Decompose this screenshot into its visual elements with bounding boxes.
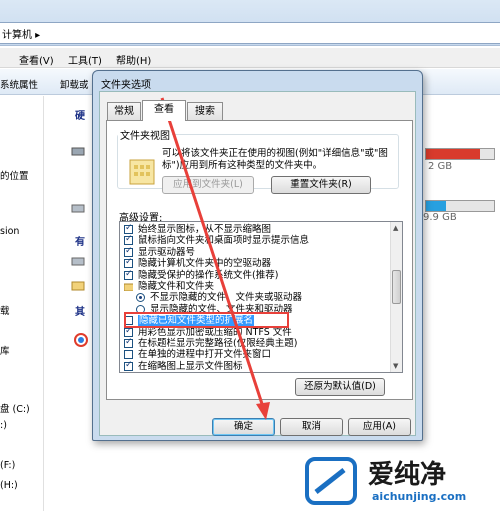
drive-size: 9.9 GB (423, 212, 457, 223)
watermark: 爱纯净 aichunjing.com (296, 450, 500, 511)
apply-to-folders-button[interactable]: 应用到文件夹(L) (162, 176, 254, 194)
highlight-box (124, 312, 289, 328)
restore-defaults-button[interactable]: 还原为默认值(D) (295, 378, 385, 396)
folder-icon (71, 281, 85, 291)
setting-label: 在标题栏显示完整路径(仅限经典主题) (138, 338, 298, 349)
scroll-down-icon[interactable]: ▼ (393, 362, 398, 370)
drive-usage-bar (425, 200, 495, 212)
setting-checkbox[interactable] (124, 257, 133, 269)
navigation-pane: 的位置 sion 载 库 盘 (C:) :) (F:) (H:) (0, 96, 44, 511)
advanced-settings-list[interactable]: 始终显示图标，从不显示缩略图鼠标指向文件夹和桌面项时显示提示信息显示驱动器号隐藏… (119, 221, 403, 373)
dialog-body: 常规 查看 搜索 文件夹视图 可以将该文件夹正在使用的视图(例如"详细信息"或"… (99, 91, 416, 436)
watermark-url: aichunjing.com (372, 490, 467, 503)
setting-checkbox[interactable] (124, 360, 133, 371)
cmd-uninstall[interactable]: 卸载或 (60, 77, 89, 91)
menu-view[interactable]: 查看(V) (19, 52, 54, 67)
setting-label: 隐藏受保护的操作系统文件(推荐) (138, 269, 279, 281)
folder-view-description: 可以将该文件夹正在使用的视图(例如"详细信息"或"图标")应用到所有这种类型的文… (162, 148, 388, 171)
setting-label: 不显示隐藏的文件、文件夹或驱动器 (150, 292, 303, 304)
setting-checkbox[interactable] (124, 223, 133, 234)
tab-search[interactable]: 搜索 (187, 102, 223, 120)
setting-checkbox[interactable] (124, 337, 133, 348)
setting-label: 隐藏文件和文件夹 (138, 281, 215, 292)
setting-label: 始终显示图标，从不显示缩略图 (138, 224, 272, 235)
drive-size: 2 GB (428, 161, 453, 172)
drive-usage-bar (425, 148, 495, 160)
folder-options-dialog: 文件夹选项 常规 查看 搜索 文件夹视图 可以将该文件夹正在使用的视图(例如"详… (92, 70, 423, 441)
address-path[interactable]: 计算机 ▸ (2, 26, 40, 41)
folder-view-group: 文件夹视图 可以将该文件夹正在使用的视图(例如"详细信息"或"图标")应用到所有… (117, 127, 399, 194)
menu-tools[interactable]: 工具(T) (68, 52, 102, 67)
reset-folders-button[interactable]: 重置文件夹(R) (271, 176, 371, 194)
setting-radio[interactable] (136, 293, 145, 303)
setting-checkbox[interactable] (124, 269, 133, 280)
scroll-up-icon[interactable]: ▲ (393, 224, 398, 232)
view-tab-panel: 文件夹视图 可以将该文件夹正在使用的视图(例如"详细信息"或"图标")应用到所有… (106, 120, 413, 400)
address-area: 计算机 ▸ (0, 0, 500, 46)
setting-label: 在缩略图上显示文件图标 (138, 360, 243, 372)
tab-view[interactable]: 查看 (142, 100, 186, 121)
ok-button[interactable]: 确定 (212, 418, 275, 436)
apply-button[interactable]: 应用(A) (348, 418, 411, 436)
setting-checkbox[interactable] (124, 350, 133, 360)
nav-item[interactable]: (H:) (0, 480, 18, 491)
watermark-logo-icon (305, 457, 357, 505)
setting-label: 隐藏计算机文件夹中的空驱动器 (138, 258, 272, 270)
setting-label: 鼠标指向文件夹和桌面项时显示提示信息 (138, 235, 310, 247)
setting-label: 显示驱动器号 (138, 246, 196, 258)
setting-label: 用彩色显示加密或压缩的 NTFS 文件 (138, 326, 292, 338)
address-bar[interactable] (0, 22, 500, 44)
section-hard-drives: 硬 (75, 111, 85, 122)
folder-view-legend: 文件夹视图 (120, 131, 170, 142)
nav-item[interactable]: :) (0, 420, 7, 431)
watermark-name: 爱纯净 (368, 460, 447, 490)
nav-item[interactable]: 库 (0, 343, 10, 357)
nav-item[interactable]: 载 (0, 303, 10, 317)
drive-icon (71, 257, 85, 266)
section-other: 其 (75, 307, 85, 318)
folder-icon (124, 282, 133, 291)
dialog-title: 文件夹选项 (101, 80, 151, 91)
menu-bar: 查看(V) 工具(T) 帮助(H) (0, 48, 500, 68)
drive-icon (71, 204, 85, 213)
folder-view-icon (129, 159, 155, 185)
nav-item[interactable]: 盘 (C:) (0, 401, 30, 415)
settings-scrollbar[interactable]: ▲ ▼ (390, 222, 402, 372)
menu-help[interactable]: 帮助(H) (116, 52, 151, 67)
drive-icon (71, 147, 85, 156)
nav-item[interactable]: sion (0, 226, 19, 237)
setting-checkbox[interactable] (124, 234, 133, 246)
nav-item[interactable]: 的位置 (0, 168, 29, 182)
cmd-system-properties[interactable]: 系统属性 (0, 77, 38, 91)
nav-item[interactable]: (F:) (0, 460, 15, 471)
scrollbar-thumb[interactable] (392, 270, 401, 304)
setting-checkbox[interactable] (124, 246, 133, 257)
setting-checkbox[interactable] (124, 326, 133, 337)
network-icon (74, 333, 88, 347)
tab-general[interactable]: 常规 (107, 102, 141, 120)
setting-label: 在单独的进程中打开文件夹窗口 (138, 349, 272, 361)
section-removable: 有 (75, 237, 85, 248)
cancel-button[interactable]: 取消 (280, 418, 343, 436)
